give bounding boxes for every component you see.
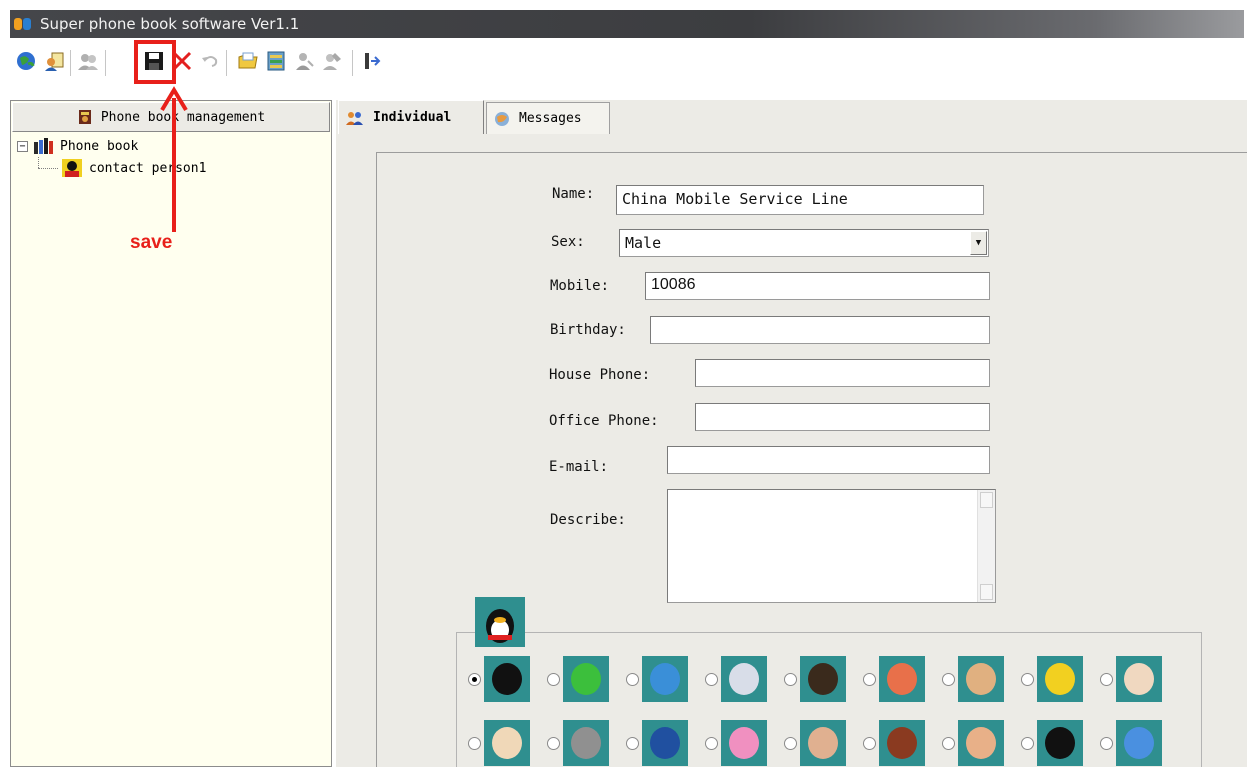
penguin-avatar[interactable] [484, 656, 530, 702]
collapse-icon[interactable]: − [17, 140, 28, 152]
describe-textarea[interactable] [667, 489, 996, 603]
gray-cat-avatar[interactable] [563, 720, 609, 766]
pirate-avatar[interactable] [800, 720, 846, 766]
office-phone-field[interactable] [695, 403, 990, 431]
avatar-radio[interactable] [547, 737, 560, 750]
sex-select[interactable]: Male ▼ [619, 229, 989, 257]
exit-icon [365, 53, 381, 69]
describe-label: Describe: [550, 512, 626, 528]
avatar-radio[interactable] [547, 673, 560, 686]
avatar-radio[interactable] [1100, 673, 1113, 686]
house-phone-field[interactable] [695, 359, 990, 387]
person-button[interactable] [292, 49, 316, 73]
name-label: Name: [552, 186, 595, 202]
chevron-down-icon[interactable]: ▼ [970, 231, 987, 255]
chef-avatar[interactable] [484, 720, 530, 766]
phonebook-icon [78, 110, 91, 124]
annotation-arrow [160, 86, 188, 232]
birthday-label: Birthday: [550, 322, 626, 338]
list-button[interactable] [264, 49, 288, 73]
green-dragon-avatar[interactable] [563, 656, 609, 702]
avatar-radio[interactable] [863, 673, 876, 686]
folder-icon [238, 52, 258, 69]
avatar-radio[interactable] [626, 737, 639, 750]
mobile-field[interactable]: 10086 [645, 272, 990, 300]
people-icon [346, 111, 363, 125]
avatar-radio[interactable] [468, 673, 481, 686]
annotation-label: save [130, 232, 173, 253]
tab-messages-label: Messages [519, 111, 582, 126]
window-title: Super phone book software Ver1.1 [40, 15, 300, 33]
avatar-radio[interactable] [942, 737, 955, 750]
books-icon [34, 138, 53, 154]
avatar-radio[interactable] [705, 673, 718, 686]
blue-hair-girl-avatar[interactable] [642, 720, 688, 766]
save-highlight-box [134, 40, 176, 84]
avatar-radio[interactable] [1100, 737, 1113, 750]
blue-dog-avatar[interactable] [642, 656, 688, 702]
scroll-down-icon[interactable] [980, 584, 993, 600]
avatar-radio[interactable] [784, 673, 797, 686]
name-field[interactable]: China Mobile Service Line [616, 185, 984, 215]
selected-avatar-preview [475, 597, 525, 647]
penguin-2-avatar[interactable] [1037, 720, 1083, 766]
avatar-radio[interactable] [784, 737, 797, 750]
hat-man-avatar[interactable] [879, 720, 925, 766]
avatar-radio[interactable] [705, 737, 718, 750]
undo-icon [202, 56, 218, 67]
tree-root-label: Phone book [60, 138, 139, 154]
avatar-radio[interactable] [1021, 737, 1034, 750]
sex-value: Male [625, 234, 662, 252]
tree-item-label: contact person1 [89, 160, 207, 176]
avatar-radio[interactable] [1021, 673, 1034, 686]
title-bar: Super phone book software Ver1.1 [10, 10, 1244, 38]
users-icon[interactable] [76, 49, 100, 73]
sex-label: Sex: [551, 234, 585, 250]
avatar-radio[interactable] [468, 737, 481, 750]
messages-icon [495, 111, 509, 126]
avatar-radio[interactable] [942, 673, 955, 686]
pink-rabbit-avatar[interactable] [721, 720, 767, 766]
nurse-avatar[interactable] [1116, 656, 1162, 702]
scroll-up-icon[interactable] [980, 492, 993, 508]
describe-scrollbar[interactable] [977, 490, 995, 602]
list-icon [267, 51, 285, 71]
boy-avatar[interactable] [958, 656, 1004, 702]
bearded-man-avatar[interactable] [800, 656, 846, 702]
contact-avatar-icon [62, 159, 82, 177]
tab-bar: Individual Messages [336, 100, 1247, 134]
white-rabbit-avatar[interactable] [721, 656, 767, 702]
email-label: E-mail: [549, 459, 609, 475]
tab-individual[interactable]: Individual [338, 100, 484, 134]
edit-icon [323, 53, 341, 70]
baby-avatar[interactable] [958, 720, 1004, 766]
birthday-field[interactable] [650, 316, 990, 344]
tab-individual-label: Individual [373, 110, 452, 125]
folder-button[interactable] [236, 49, 260, 73]
contacts-icon[interactable] [42, 49, 66, 73]
email-field[interactable] [667, 446, 990, 474]
tab-messages[interactable]: Messages [486, 102, 610, 134]
app-icon [14, 16, 32, 32]
office-phone-label: Office Phone: [549, 413, 659, 429]
redhead-girl-avatar[interactable] [879, 656, 925, 702]
chick-avatar[interactable] [1037, 656, 1083, 702]
mobile-label: Mobile: [550, 278, 610, 294]
exit-button[interactable] [360, 49, 384, 73]
toolbar [10, 42, 1244, 82]
blue-bunny-avatar[interactable] [1116, 720, 1162, 766]
edit-button[interactable] [320, 49, 344, 73]
person-icon [296, 53, 314, 70]
undo-button[interactable] [198, 49, 222, 73]
house-phone-label: House Phone: [549, 367, 651, 383]
globe-icon[interactable] [14, 49, 38, 73]
avatar-radio[interactable] [863, 737, 876, 750]
avatar-radio[interactable] [626, 673, 639, 686]
